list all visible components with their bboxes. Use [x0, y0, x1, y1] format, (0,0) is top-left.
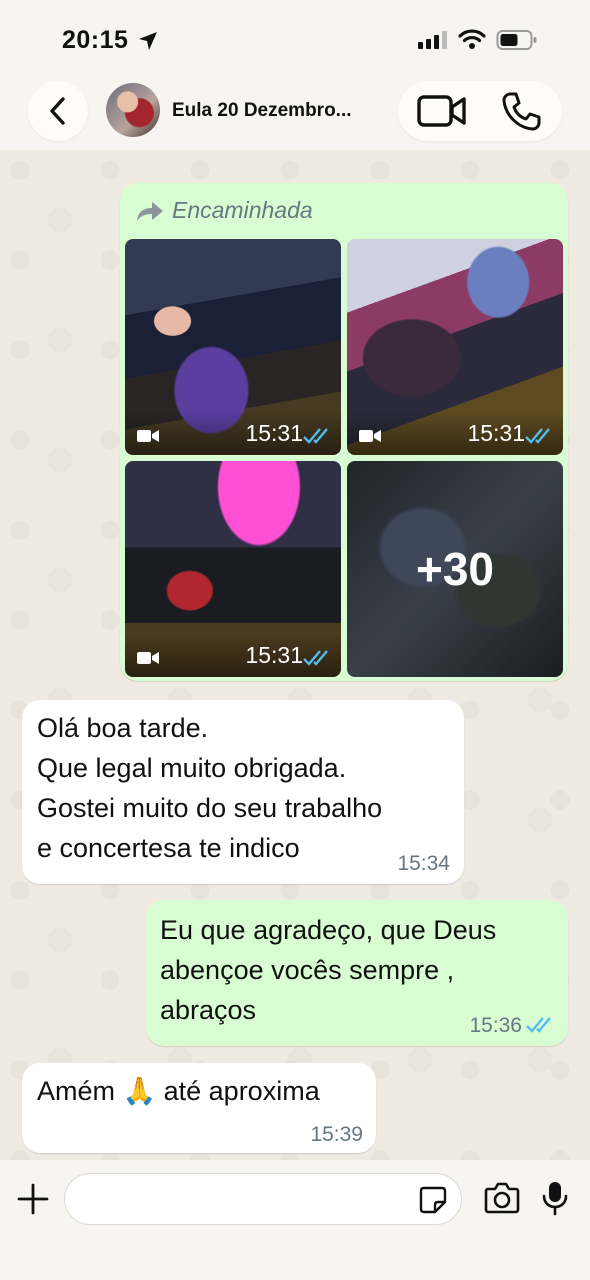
message-text: Eu que agradeço, que Deus abençoe vocês … — [160, 910, 496, 1030]
location-arrow-icon — [139, 32, 157, 50]
more-media-thumbnail[interactable]: +30 — [347, 461, 563, 677]
message-line: e concertesa te indico — [37, 833, 300, 863]
video-call-button[interactable] — [416, 93, 468, 129]
battery-icon — [496, 30, 537, 50]
message-time: 15:34 — [397, 852, 450, 875]
message-line: abençoe vocês sempre , — [160, 955, 455, 985]
message-line: Olá boa tarde. — [37, 713, 209, 743]
cellular-signal-icon — [418, 31, 447, 49]
plus-icon[interactable] — [16, 1182, 50, 1216]
phone-call-icon — [502, 92, 541, 131]
status-time: 20:15 — [62, 26, 129, 54]
sticker-icon[interactable] — [419, 1186, 447, 1214]
message-line: Que legal muito obrigada. — [37, 753, 347, 783]
message-line: abraços — [160, 995, 257, 1025]
media-thumbnail-video[interactable]: 15:31 — [125, 239, 341, 455]
incoming-message[interactable]: Olá boa tarde. Que legal muito obrigada.… — [22, 700, 464, 884]
video-camera-icon — [137, 652, 159, 664]
call-actions — [398, 81, 562, 141]
video-call-icon — [417, 95, 466, 127]
message-input[interactable] — [64, 1173, 462, 1225]
double-check-icon — [303, 650, 328, 666]
contact-name[interactable]: Eula 20 Dezembro... — [172, 100, 352, 122]
media-thumbnail-video[interactable]: 15:31 — [125, 461, 341, 677]
video-camera-icon — [137, 430, 159, 442]
forwarded-label: Encaminhada — [136, 197, 313, 224]
message-line: Amém 🙏 até aproxima — [37, 1076, 320, 1106]
more-media-count: +30 — [347, 461, 563, 677]
back-button[interactable] — [28, 81, 88, 141]
message-text: Olá boa tarde. Que legal muito obrigada.… — [37, 708, 382, 868]
outgoing-message[interactable]: Eu que agradeço, que Deus abençoe vocês … — [146, 900, 568, 1046]
double-check-icon — [303, 428, 328, 444]
message-line: Eu que agradeço, que Deus — [160, 915, 497, 945]
media-time: 15:31 — [245, 420, 303, 446]
video-camera-icon — [359, 430, 381, 442]
wifi-icon — [458, 29, 486, 49]
contact-avatar[interactable] — [106, 83, 160, 137]
media-time: 15:31 — [245, 642, 303, 668]
media-thumbnail-video[interactable]: 15:31 — [347, 239, 563, 455]
message-time: 15:39 — [310, 1123, 363, 1146]
camera-icon[interactable] — [484, 1182, 520, 1214]
media-time: 15:31 — [467, 420, 525, 446]
chat-header: Eula 20 Dezembro... — [0, 78, 590, 150]
double-check-icon — [526, 1017, 551, 1033]
composer-bar — [0, 1160, 590, 1280]
double-check-icon — [525, 428, 550, 444]
forwarded-label-text: Encaminhada — [172, 197, 313, 223]
forwarded-media-message[interactable]: Encaminhada 15:31 15:31 15:31 +30 — [120, 183, 568, 681]
message-time: 15:36 — [469, 1014, 522, 1037]
message-text: Amém 🙏 até aproxima — [37, 1071, 320, 1111]
status-bar: 20:15 — [0, 0, 590, 78]
back-chevron-icon — [50, 97, 65, 125]
microphone-icon[interactable] — [542, 1180, 568, 1216]
incoming-message[interactable]: Amém 🙏 até aproxima 15:39 — [22, 1063, 376, 1153]
voice-call-button[interactable] — [498, 90, 544, 132]
forward-arrow-icon — [137, 201, 163, 221]
message-line: Gostei muito do seu trabalho — [37, 793, 383, 823]
